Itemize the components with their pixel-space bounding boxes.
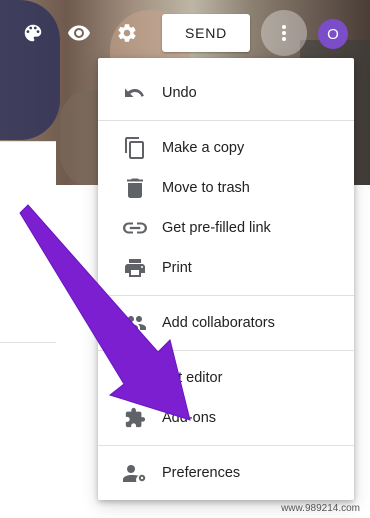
eye-icon[interactable] <box>66 20 92 46</box>
puzzle-icon <box>122 407 148 429</box>
menu-item-label: Undo <box>162 85 197 101</box>
menu-item-script-editor[interactable]: ript editor <box>98 358 354 398</box>
menu-divider <box>98 350 354 351</box>
menu-item-prefilled-link[interactable]: Get pre-filled link <box>98 208 354 248</box>
form-panel <box>0 141 56 243</box>
trash-icon <box>122 177 148 199</box>
more-vert-icon[interactable] <box>261 10 307 56</box>
menu-item-label: Add collaborators <box>162 315 275 331</box>
menu-divider <box>98 295 354 296</box>
copy-icon <box>122 137 148 159</box>
person-settings-icon <box>122 462 148 484</box>
menu-item-add-ons[interactable]: Add-ons <box>98 398 354 438</box>
watermark-text: www.989214.com <box>281 503 360 514</box>
send-button[interactable]: SEND <box>162 14 250 52</box>
menu-item-print[interactable]: Print <box>98 248 354 288</box>
menu-item-label: Add-ons <box>162 410 217 426</box>
avatar[interactable]: O <box>318 19 348 49</box>
menu-item-label: Print <box>162 260 192 276</box>
undo-icon <box>122 82 148 104</box>
print-icon <box>122 257 148 279</box>
menu-item-undo[interactable]: Undo <box>98 73 354 113</box>
code-icon <box>122 367 148 389</box>
menu-item-label: Move to trash <box>162 180 250 196</box>
menu-item-make-copy[interactable]: Make a copy <box>98 128 354 168</box>
form-panel <box>0 242 56 343</box>
palette-icon[interactable] <box>20 20 46 46</box>
menu-divider <box>98 445 354 446</box>
menu-item-move-to-trash[interactable]: Move to trash <box>98 168 354 208</box>
menu-divider <box>98 120 354 121</box>
menu-item-label: Get pre-filled link <box>162 220 271 236</box>
people-icon <box>122 312 148 334</box>
menu-item-preferences[interactable]: Preferences <box>98 453 354 493</box>
gear-icon[interactable] <box>114 20 140 46</box>
more-options-menu: Undo Make a copy Move to trash Get pre-f… <box>98 58 354 500</box>
link-icon <box>122 217 148 239</box>
menu-item-label: Preferences <box>162 465 241 481</box>
menu-item-label: ript editor <box>162 370 223 386</box>
menu-item-add-collaborators[interactable]: Add collaborators <box>98 303 354 343</box>
menu-item-label: Make a copy <box>162 140 245 156</box>
